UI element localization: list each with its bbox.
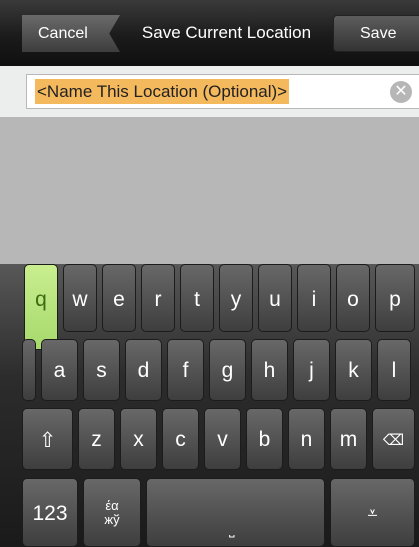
shift-key[interactable]: ⇧: [22, 408, 73, 470]
key-k-label: k: [348, 359, 359, 382]
key-m-label: m: [339, 428, 358, 451]
key-f-label: f: [182, 359, 189, 382]
key-q-label: q: [35, 288, 47, 311]
key-y[interactable]: y: [219, 264, 253, 332]
clear-icon[interactable]: ✕: [390, 81, 412, 103]
key-p-label: p: [389, 288, 401, 311]
numbers-key-label: 123: [32, 502, 68, 525]
key-b-label: b: [258, 428, 271, 451]
key-edge-left: [22, 339, 36, 401]
key-g[interactable]: g: [209, 339, 246, 401]
page-title: Save Current Location: [141, 23, 312, 42]
key-r[interactable]: r: [141, 264, 175, 332]
key-a[interactable]: a: [41, 339, 78, 401]
key-v-label: v: [217, 428, 228, 451]
key-n[interactable]: n: [288, 408, 325, 470]
hide-keyboard-icon: ⩡: [367, 503, 378, 524]
key-j-label: j: [309, 359, 314, 382]
save-button[interactable]: Save: [333, 15, 419, 52]
key-v[interactable]: v: [204, 408, 241, 470]
key-s-label: s: [96, 359, 107, 382]
cancel-button[interactable]: Cancel: [22, 15, 120, 52]
key-i[interactable]: i: [297, 264, 331, 332]
save-location-screen: Cancel Save Current Location Save <Name …: [0, 0, 419, 547]
title-bar: Cancel Save Current Location Save: [0, 0, 419, 67]
key-j[interactable]: j: [293, 339, 330, 401]
key-u-label: u: [269, 288, 281, 311]
input-placeholder: <Name This Location (Optional)>: [35, 79, 290, 104]
hide-keyboard-key[interactable]: ⩡: [330, 478, 415, 547]
key-d-label: d: [137, 359, 150, 382]
space-key[interactable]: ⎵: [146, 478, 325, 547]
cancel-button-label: Cancel: [38, 25, 88, 42]
delete-key[interactable]: ⌫: [372, 408, 415, 470]
key-i-label: i: [311, 288, 317, 311]
key-x-label: x: [133, 428, 144, 451]
key-x[interactable]: x: [120, 408, 157, 470]
key-n-label: n: [300, 428, 313, 451]
location-name-input[interactable]: <Name This Location (Optional)> ✕: [26, 74, 419, 109]
key-h[interactable]: h: [251, 339, 288, 401]
key-d[interactable]: d: [125, 339, 162, 401]
shift-icon: ⇧: [38, 428, 57, 452]
key-m[interactable]: m: [330, 408, 367, 470]
key-u[interactable]: u: [258, 264, 292, 332]
key-l[interactable]: l: [377, 339, 411, 401]
numbers-key[interactable]: 123: [22, 478, 78, 547]
key-p[interactable]: p: [375, 264, 415, 332]
key-o-label: o: [347, 288, 359, 311]
key-z-label: z: [91, 428, 102, 451]
alt-chars-label: έα жў: [104, 498, 120, 527]
key-o[interactable]: o: [336, 264, 370, 332]
key-c[interactable]: c: [162, 408, 199, 470]
key-e-label: e: [113, 288, 125, 311]
key-l-label: l: [391, 359, 397, 382]
key-k[interactable]: k: [335, 339, 372, 401]
key-e[interactable]: e: [102, 264, 136, 332]
key-g-label: g: [221, 359, 234, 382]
key-y-label: y: [230, 288, 242, 311]
key-w[interactable]: w: [63, 264, 97, 332]
alt-chars-key[interactable]: έα жў: [83, 478, 141, 547]
delete-icon: ⌫: [382, 431, 405, 449]
key-r-label: r: [154, 288, 162, 311]
key-s[interactable]: s: [83, 339, 120, 401]
key-a-label: a: [53, 359, 66, 382]
space-icon: ⎵: [229, 522, 235, 538]
key-c-label: c: [175, 428, 186, 451]
key-t-label: t: [194, 288, 200, 311]
save-button-label: Save: [360, 25, 397, 42]
on-screen-keyboard: q w e r t y u i o p a s d f g h j k l ⇧ …: [0, 264, 419, 547]
key-z[interactable]: z: [78, 408, 115, 470]
key-b[interactable]: b: [246, 408, 283, 470]
key-w-label: w: [72, 288, 88, 311]
key-q[interactable]: q: [24, 264, 58, 350]
key-t[interactable]: t: [180, 264, 214, 332]
key-f[interactable]: f: [167, 339, 204, 401]
key-h-label: h: [263, 359, 276, 382]
content-area: [0, 117, 419, 264]
